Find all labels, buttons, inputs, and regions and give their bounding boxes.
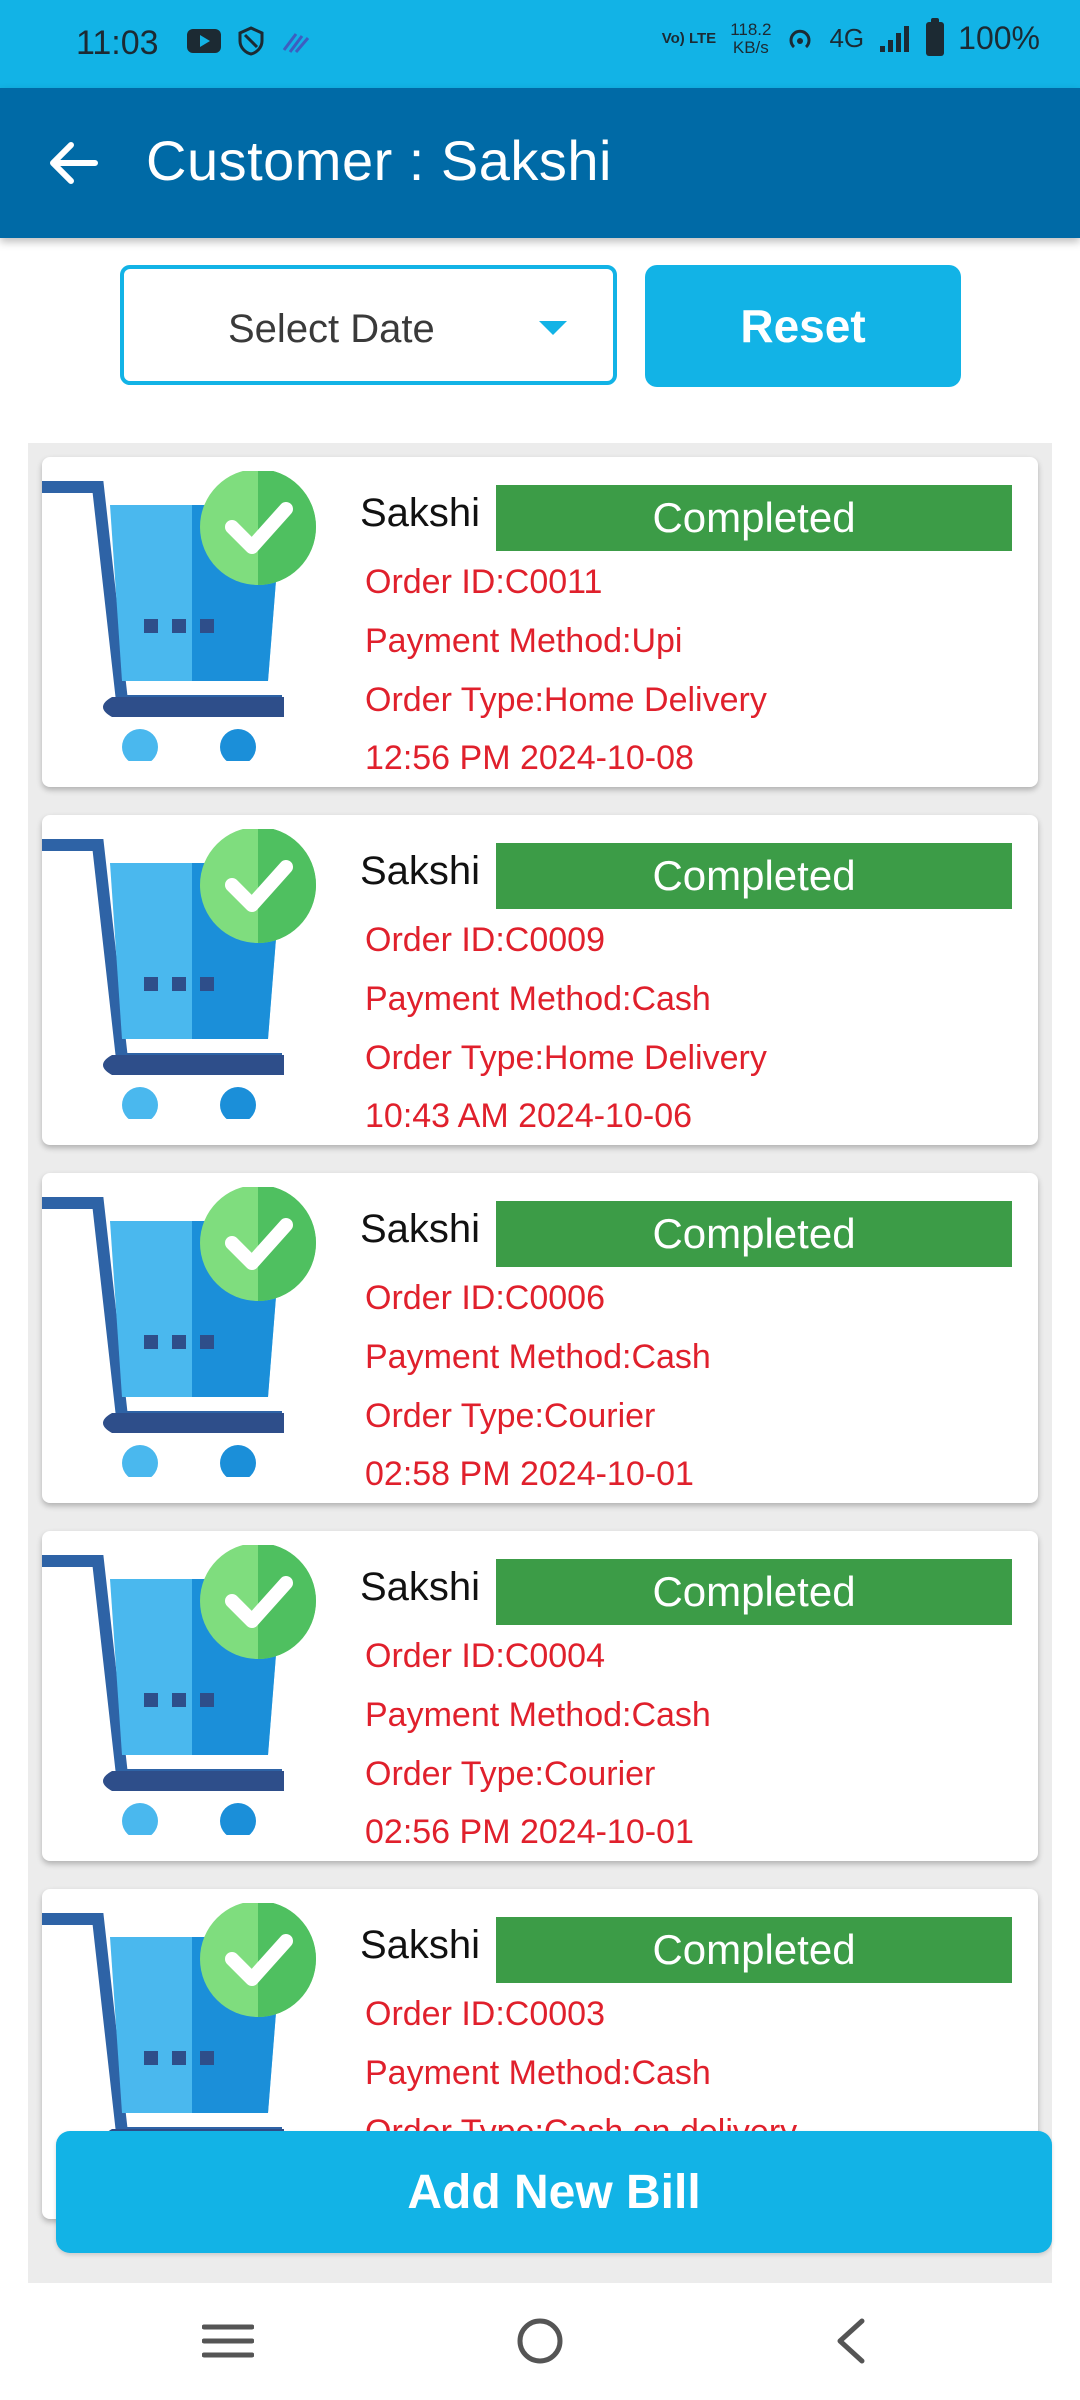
order-id: Order ID:C0004 xyxy=(365,1637,605,1675)
order-id: Order ID:C0003 xyxy=(365,1995,605,2033)
order-datetime: 10:43 AM 2024-10-06 xyxy=(365,1097,693,1135)
order-card[interactable]: Sakshi Completed Order ID:C0009 Payment … xyxy=(42,815,1038,1145)
status-badge: Completed xyxy=(496,843,1012,909)
recents-icon xyxy=(202,2324,254,2358)
order-type: Order Type:Home Delivery xyxy=(365,1039,767,1077)
signal-waves-icon xyxy=(282,33,310,53)
arrow-left-icon xyxy=(50,142,98,184)
status-system-icons: Vo) LTE 118.2 KB/s 4G 100% xyxy=(661,17,1040,57)
back-chevron-icon xyxy=(837,2318,865,2364)
signal-strength-icon xyxy=(880,25,910,52)
date-select-dropdown[interactable]: Select Date xyxy=(120,265,617,385)
status-badge: Completed xyxy=(496,1917,1012,1983)
nav-back-button[interactable] xyxy=(810,2311,890,2371)
app-header: Customer : Sakshi xyxy=(0,88,1080,238)
payment-method: Payment Method:Cash xyxy=(365,1338,711,1376)
customer-name: Sakshi xyxy=(360,491,481,535)
battery-icon xyxy=(926,17,945,56)
payment-method: Payment Method:Cash xyxy=(365,1696,711,1734)
order-id: Order ID:C0009 xyxy=(365,921,605,959)
customer-name: Sakshi xyxy=(360,1207,481,1251)
shield-icon xyxy=(238,26,264,56)
caret-down-icon xyxy=(539,321,567,335)
orders-list[interactable]: Sakshi Completed Order ID:C0011 Payment … xyxy=(28,443,1052,2283)
customer-name: Sakshi xyxy=(360,1923,481,1967)
recents-button[interactable] xyxy=(188,2311,268,2371)
status-badge: Completed xyxy=(496,1201,1012,1267)
order-id: Order ID:C0011 xyxy=(365,563,603,601)
cart-check-icon xyxy=(42,469,332,765)
order-card[interactable]: Sakshi Completed Order ID:C0011 Payment … xyxy=(42,457,1038,787)
system-nav-bar xyxy=(0,2283,1080,2400)
home-icon xyxy=(517,2318,563,2364)
reset-button[interactable]: Reset xyxy=(645,265,961,387)
hotspot-icon xyxy=(789,29,811,48)
page-title: Customer : Sakshi xyxy=(146,129,612,192)
payment-method: Payment Method:Cash xyxy=(365,980,711,1018)
status-badge: Completed xyxy=(496,1559,1012,1625)
cart-check-icon xyxy=(42,1185,332,1481)
network-speed-unit: KB/s xyxy=(732,37,769,57)
cart-check-icon xyxy=(42,1543,332,1839)
home-button[interactable] xyxy=(500,2311,580,2371)
back-button[interactable] xyxy=(38,128,108,198)
order-datetime: 02:58 PM 2024-10-01 xyxy=(365,1455,694,1493)
battery-percent: 100% xyxy=(958,20,1040,56)
status-time: 11:03 xyxy=(76,24,159,62)
status-notification-icons xyxy=(186,26,312,56)
order-card[interactable]: Sakshi Completed Order ID:C0006 Payment … xyxy=(42,1173,1038,1503)
order-datetime: 12:56 PM 2024-10-08 xyxy=(365,739,694,777)
date-select-label: Select Date xyxy=(228,307,435,351)
network-speed-value: 118.2 xyxy=(730,19,772,39)
cart-check-icon xyxy=(42,827,332,1123)
lte-indicator: Vo) LTE xyxy=(661,29,717,47)
status-bar: 11:03 Vo) LTE 118.2 KB/s 4G 100% xyxy=(0,0,1080,88)
order-datetime: 02:56 PM 2024-10-01 xyxy=(365,1813,694,1851)
order-type: Order Type:Courier xyxy=(365,1397,656,1435)
order-type: Order Type:Home Delivery xyxy=(365,681,767,719)
order-id: Order ID:C0006 xyxy=(365,1279,605,1317)
customer-name: Sakshi xyxy=(360,849,481,893)
order-card[interactable]: Sakshi Completed Order ID:C0004 Payment … xyxy=(42,1531,1038,1861)
payment-method: Payment Method:Cash xyxy=(365,2054,711,2092)
customer-name: Sakshi xyxy=(360,1565,481,1609)
add-new-bill-button[interactable]: Add New Bill xyxy=(56,2131,1052,2253)
status-badge: Completed xyxy=(496,485,1012,551)
payment-method: Payment Method:Upi xyxy=(365,622,683,660)
network-speed: 118.2 KB/s xyxy=(730,19,772,57)
youtube-icon xyxy=(187,29,221,53)
network-type: 4G xyxy=(829,23,865,53)
order-type: Order Type:Courier xyxy=(365,1755,656,1793)
